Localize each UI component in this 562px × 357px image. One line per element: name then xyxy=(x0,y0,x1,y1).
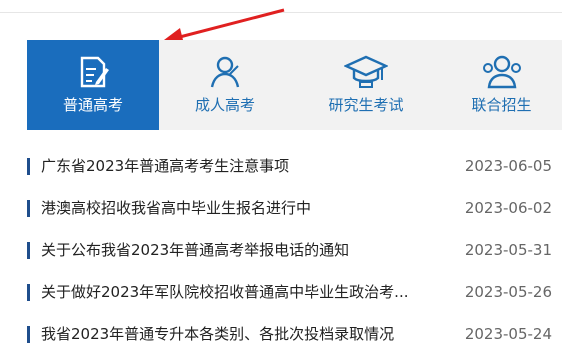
list-item[interactable]: 广东省2023年普通高考考生注意事项 2023-06-05 xyxy=(27,146,552,188)
news-date: 2023-05-26 xyxy=(464,283,552,301)
news-date: 2023-05-31 xyxy=(464,241,552,259)
tab-label: 成人高考 xyxy=(194,96,255,114)
news-title[interactable]: 港澳高校招收我省高中毕业生报名进行中 xyxy=(41,198,433,219)
news-title[interactable]: 广东省2023年普通高考考生注意事项 xyxy=(41,156,433,177)
category-tabs: 普通高考 成人高考 研究生考试 联合招生 xyxy=(27,40,562,130)
news-list: 广东省2023年普通高考考生注意事项 2023-06-05 港澳高校招收我省高中… xyxy=(27,146,552,356)
tab-joint-admission[interactable]: 联合招生 xyxy=(441,40,562,130)
tab-regular-gaokao[interactable]: 普通高考 xyxy=(27,40,159,130)
bullet-bar xyxy=(27,326,30,343)
tab-graduate-exam[interactable]: 研究生考试 xyxy=(291,40,441,130)
bullet-bar xyxy=(27,242,30,259)
tab-label: 联合招生 xyxy=(471,96,532,114)
tab-label: 普通高考 xyxy=(62,96,123,114)
list-item[interactable]: 我省2023年普通专升本各类别、各批次投档录取情况 2023-05-24 xyxy=(27,314,552,356)
adult-person-icon xyxy=(206,54,244,94)
news-title[interactable]: 关于公布我省2023年普通高考举报电话的通知 xyxy=(41,240,433,261)
list-item[interactable]: 关于公布我省2023年普通高考举报电话的通知 2023-05-31 xyxy=(27,230,552,272)
list-item[interactable]: 关于做好2023年军队院校招收普通高中毕业生政治考... 2023-05-26 xyxy=(27,272,552,314)
news-date: 2023-05-24 xyxy=(464,325,552,343)
tab-label: 研究生考试 xyxy=(328,96,404,114)
bullet-bar xyxy=(27,158,30,175)
graduate-cap-icon xyxy=(343,54,389,94)
bullet-bar xyxy=(27,284,30,301)
news-date: 2023-06-05 xyxy=(464,157,552,175)
list-item[interactable]: 港澳高校招收我省高中毕业生报名进行中 2023-06-02 xyxy=(27,188,552,230)
news-date: 2023-06-02 xyxy=(464,199,552,217)
tab-adult-gaokao[interactable]: 成人高考 xyxy=(159,40,291,130)
news-title[interactable]: 我省2023年普通专升本各类别、各批次投档录取情况 xyxy=(41,324,433,345)
exam-paper-pen-icon xyxy=(74,54,112,94)
group-people-icon xyxy=(480,54,524,94)
news-title[interactable]: 关于做好2023年军队院校招收普通高中毕业生政治考... xyxy=(41,282,433,303)
bullet-bar xyxy=(27,200,30,217)
